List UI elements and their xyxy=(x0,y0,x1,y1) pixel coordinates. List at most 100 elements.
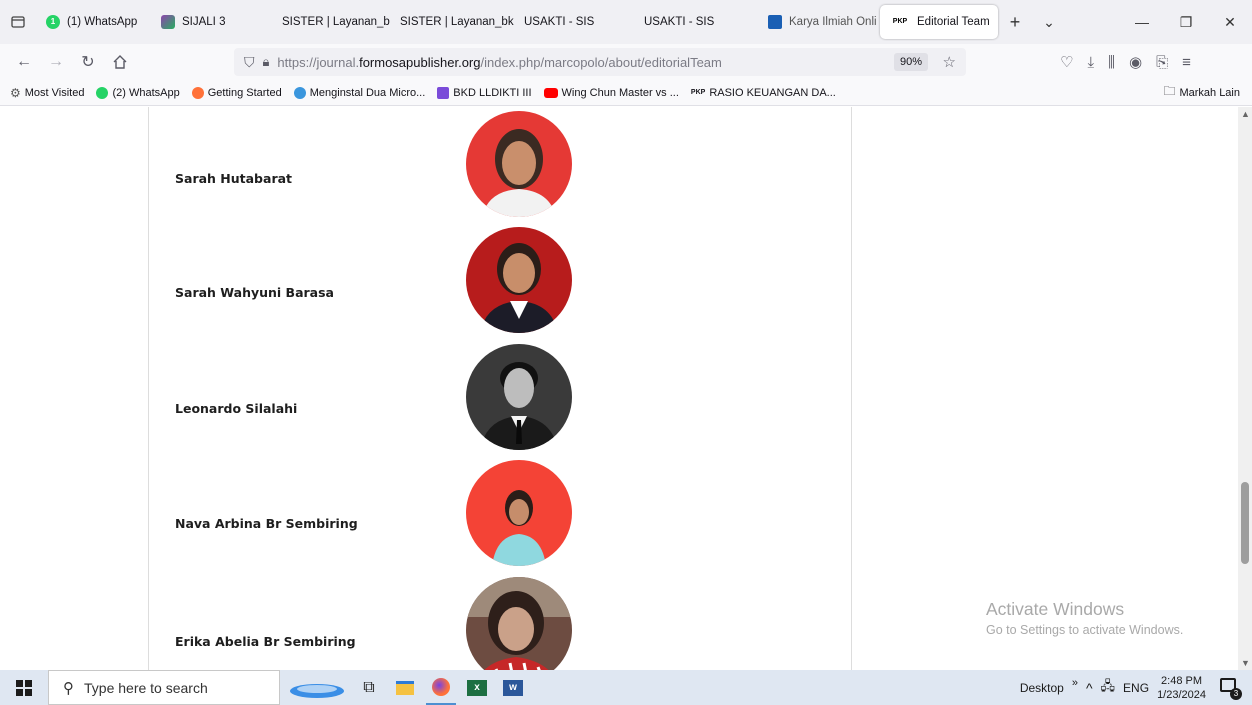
chevron-double-right-icon[interactable]: » xyxy=(1072,677,1078,689)
lock-icon[interactable]: 🔒︎ xyxy=(263,54,270,70)
scroll-up-icon[interactable]: ▲ xyxy=(1241,109,1250,119)
url-bar[interactable]: ⛉ 🔒︎ https://journal.formosapublisher.or… xyxy=(234,48,966,76)
gear-icon: ⚙ xyxy=(10,85,21,100)
tab-label: SISTER | Layanan_bkd xyxy=(400,16,514,28)
url-prefix: https://journal. xyxy=(277,54,360,70)
plus-icon: + xyxy=(1009,11,1021,32)
new-tab-button[interactable]: + xyxy=(998,0,1032,44)
editor-entry: Leonardo Silalahi xyxy=(175,344,575,454)
bookmark-label: Most Visited xyxy=(24,86,85,99)
tab-sister-2[interactable]: SISTER | Layanan_bkd xyxy=(390,5,514,39)
excel-icon: x xyxy=(467,679,487,696)
tab-usakti-1[interactable]: USAKTI - SIS xyxy=(514,5,634,39)
back-button[interactable]: ← xyxy=(10,48,38,76)
page-scrollbar[interactable]: ▲ ▼ xyxy=(1238,107,1252,670)
sijali-icon xyxy=(161,15,175,29)
bookmark-most-visited[interactable]: ⚙ Most Visited xyxy=(4,86,90,100)
tab-usakti-2[interactable]: USAKTI - SIS xyxy=(634,5,758,39)
tab-label: SIJALI 3 xyxy=(182,16,226,28)
scroll-down-icon[interactable]: ▼ xyxy=(1241,658,1250,668)
star-icon[interactable]: ☆ xyxy=(943,53,956,71)
editor-name: Sarah Hutabarat xyxy=(175,171,293,186)
arrow-left-icon: ← xyxy=(16,53,32,70)
tab-list-all-button[interactable] xyxy=(0,5,36,39)
restore-icon: ❐ xyxy=(1179,13,1193,30)
start-button[interactable] xyxy=(0,670,48,705)
editor-entry: Nava Arbina Br Sembiring xyxy=(175,460,575,570)
bookmark-rasio[interactable]: PKP RASIO KEUANGAN DA... xyxy=(685,87,842,99)
download-icon[interactable]: ⤓ xyxy=(1087,54,1094,71)
arrow-right-icon: → xyxy=(48,53,64,70)
bookmark-whatsapp[interactable]: (2) WhatsApp xyxy=(90,86,185,99)
taskbar-excel[interactable]: x xyxy=(462,670,492,705)
minimize-button[interactable]: — xyxy=(1120,0,1164,44)
tab-label: SISTER | Layanan_bkd xyxy=(282,16,390,28)
column-divider-right xyxy=(851,107,852,670)
editor-photo xyxy=(466,111,572,217)
taskbar-app-promo[interactable] xyxy=(286,670,348,705)
tab-label: Editorial Team xyxy=(917,16,990,28)
tab-karya-ilmiah[interactable]: Karya Ilmiah Onli xyxy=(758,5,880,39)
pocket-icon[interactable]: ♡ xyxy=(1060,53,1073,71)
karya-icon xyxy=(768,15,782,29)
minimize-icon: — xyxy=(1135,14,1149,30)
taskbar-word[interactable]: w xyxy=(498,670,528,705)
tab-editorial-team[interactable]: PKP Editorial Team ✕ xyxy=(880,5,998,39)
task-view-button[interactable]: ⧉ xyxy=(354,670,384,705)
shield-icon[interactable]: ⛉ xyxy=(244,54,255,71)
navigation-toolbar: ← → ↻ ⛉ 🔒︎ https://journal.formosapublis… xyxy=(0,44,1252,80)
tab-label: USAKTI - SIS xyxy=(644,16,715,28)
forward-button[interactable]: → xyxy=(42,48,70,76)
bookmark-getting-started[interactable]: Getting Started xyxy=(186,86,288,99)
account-icon[interactable]: ◉ xyxy=(1129,53,1142,71)
reload-button[interactable]: ↻ xyxy=(74,48,102,76)
task-view-icon: ⧉ xyxy=(363,678,375,696)
editor-entry: Erika Abelia Br Sembiring xyxy=(175,577,575,670)
restore-button[interactable]: ❐ xyxy=(1164,0,1208,44)
network-icon[interactable]: 🖧︎ xyxy=(1101,677,1116,699)
tab-sister-1[interactable]: SISTER | Layanan_bkd xyxy=(266,5,390,39)
tab-list-icon xyxy=(11,16,25,28)
editor-photo xyxy=(466,460,572,566)
bookmark-label: (2) WhatsApp xyxy=(112,86,180,99)
bookmark-other[interactable]: 🗀 Markah Lain xyxy=(1157,82,1246,103)
firefox-icon xyxy=(191,86,204,99)
bookmark-wing-chun[interactable]: Wing Chun Master vs ... xyxy=(538,87,685,99)
taskbar-file-explorer[interactable] xyxy=(390,670,420,705)
folder-icon xyxy=(396,680,414,695)
editor-name: Leonardo Silalahi xyxy=(175,401,298,416)
windows-logo-icon xyxy=(16,679,32,696)
windows-taskbar: ⚲ Type here to search ⧉ x w Desktop » ^ … xyxy=(0,670,1252,705)
tab-overflow-button[interactable]: ⌄ xyxy=(1032,0,1066,44)
activate-windows-watermark: Activate Windows Go to Settings to activ… xyxy=(986,599,1183,637)
tab-sijali[interactable]: SIJALI 3 xyxy=(151,5,266,39)
taskbar-search-input[interactable]: ⚲ Type here to search xyxy=(48,670,280,705)
scrollbar-thumb[interactable] xyxy=(1241,482,1249,564)
bookmark-bkd[interactable]: BKD LLDIKTI III xyxy=(431,86,537,99)
desktop-toolbar-label[interactable]: Desktop xyxy=(1020,681,1064,695)
extensions-icon[interactable]: ⎘ xyxy=(1156,54,1168,71)
tab-label: Karya Ilmiah Onli xyxy=(789,16,877,28)
tab-whatsapp[interactable]: 1 (1) WhatsApp xyxy=(36,5,151,39)
system-tray: Desktop » ^ 🖧︎ ENG 2:48 PM 1/23/2024 3 xyxy=(1020,670,1252,705)
close-window-button[interactable]: ✕ xyxy=(1208,0,1252,44)
bookmark-menginstal[interactable]: Menginstal Dua Micro... xyxy=(288,86,432,99)
bookmark-label: Menginstal Dua Micro... xyxy=(309,86,426,99)
home-button[interactable] xyxy=(106,48,134,76)
library-icon[interactable]: ⫼ xyxy=(1108,54,1115,71)
zoom-level-badge[interactable]: 90% xyxy=(893,53,928,71)
chevron-up-icon[interactable]: ^ xyxy=(1086,680,1093,696)
notifications-button[interactable]: 3 xyxy=(1220,677,1242,700)
person-photo-icon xyxy=(466,460,572,566)
taskbar-firefox[interactable] xyxy=(426,670,456,705)
tab-label: USAKTI - SIS xyxy=(524,16,595,28)
search-placeholder: Type here to search xyxy=(84,679,208,696)
bookmarks-toolbar: ⚙ Most Visited (2) WhatsApp Getting Star… xyxy=(0,80,1252,106)
editor-photo xyxy=(466,344,572,450)
search-icon: ⚲ xyxy=(63,679,74,697)
menu-icon[interactable]: ≡ xyxy=(1182,54,1191,71)
whatsapp-icon xyxy=(96,86,109,99)
clock[interactable]: 2:48 PM 1/23/2024 xyxy=(1157,674,1206,702)
editor-entry: Sarah Wahyuni Barasa xyxy=(175,227,575,337)
language-indicator[interactable]: ENG xyxy=(1123,681,1149,695)
